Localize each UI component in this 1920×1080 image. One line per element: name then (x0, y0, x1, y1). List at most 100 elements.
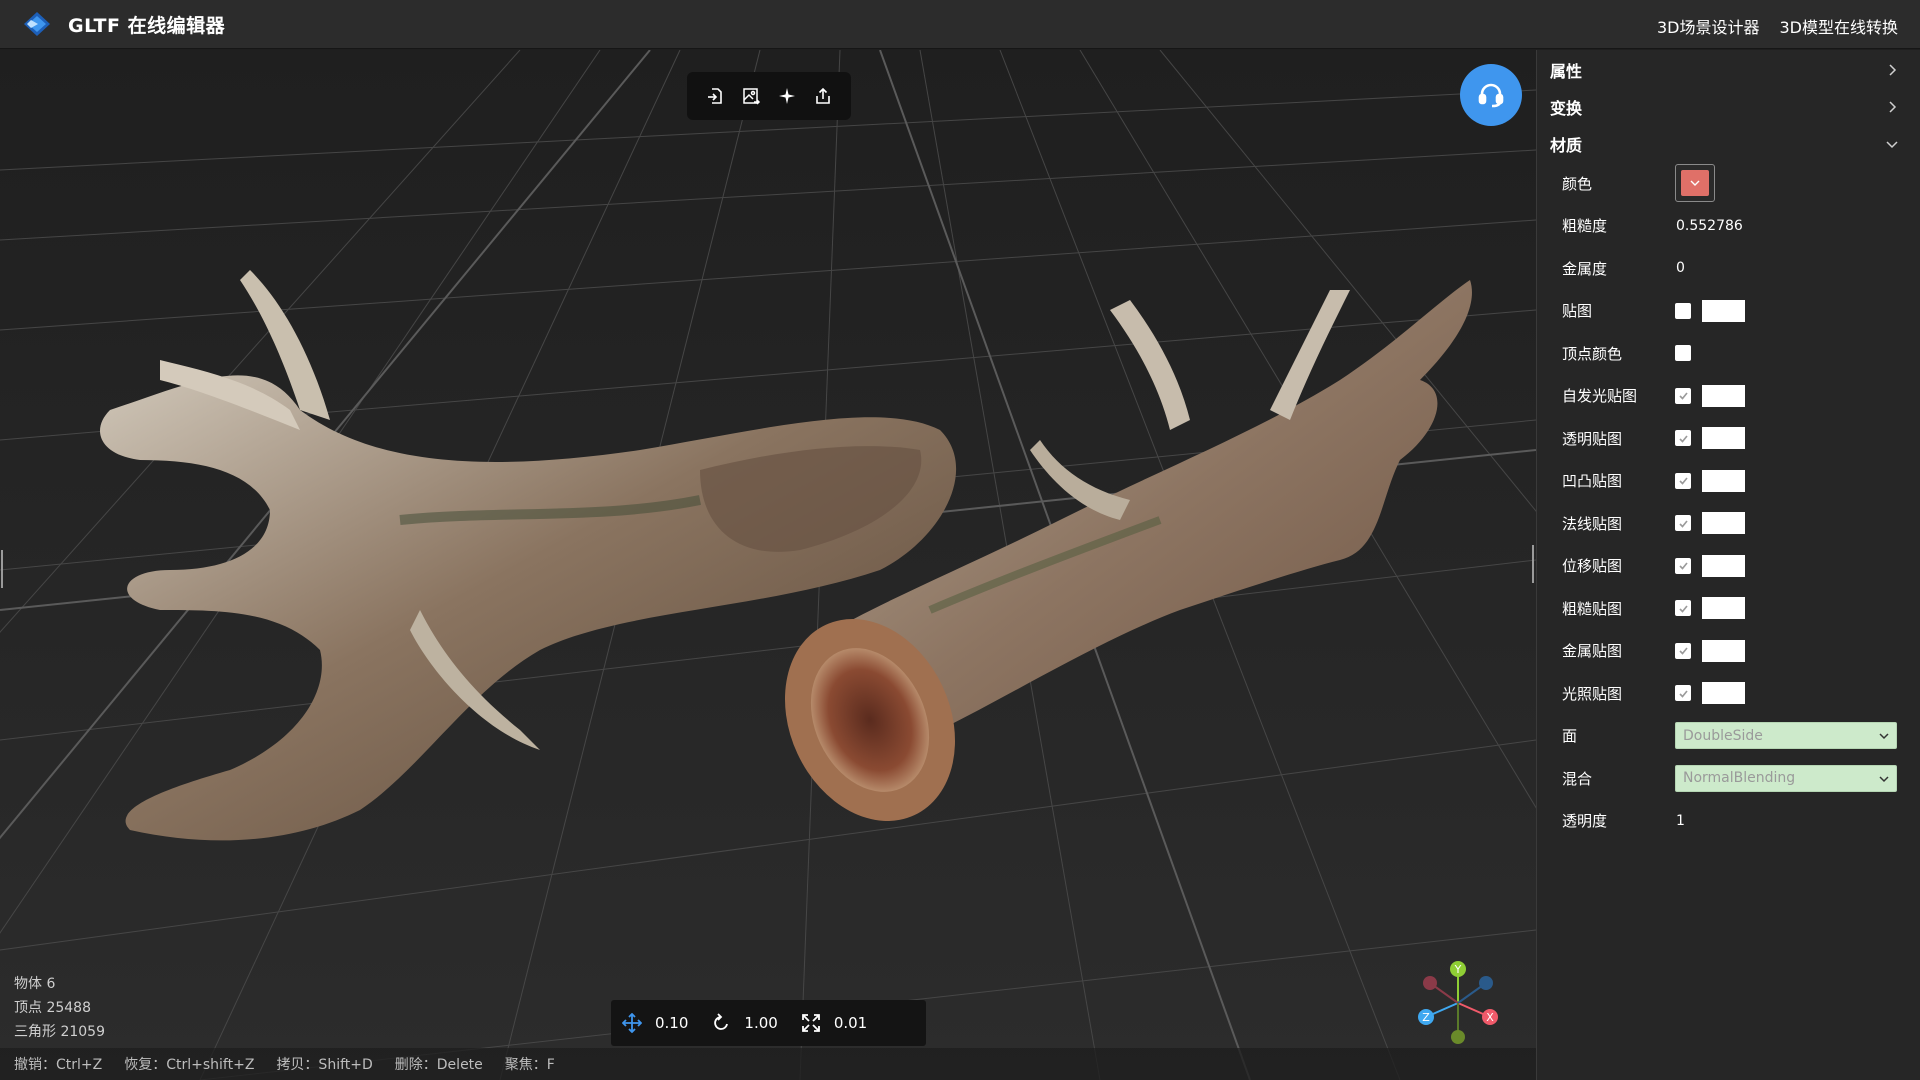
map-texture-slot[interactable] (1702, 512, 1745, 535)
side-label: 面 (1562, 727, 1578, 746)
map-list: 贴图 顶点颜色 自发光贴图 透明贴图 凹凸贴图 法线贴图 位移贴图 粗糙贴图 金属贴图 光照贴图 (1537, 290, 1920, 715)
move-snap[interactable]: 0.10 (621, 1012, 688, 1034)
map-label: 透明贴图 (1562, 429, 1623, 448)
upload-icon (816, 87, 830, 104)
app-title: GLTF 在线编辑器 (68, 15, 226, 37)
axis-gizmo[interactable]: Y X Z (1410, 955, 1506, 1051)
metalness-row: 金属度 0 (1537, 247, 1920, 290)
map-label: 法线贴图 (1562, 514, 1623, 533)
color-label: 颜色 (1562, 174, 1593, 193)
map-label: 自发光贴图 (1562, 387, 1638, 406)
chevron-down-icon (1879, 733, 1889, 740)
chevron-down-icon (1886, 141, 1898, 149)
triangle-count: 三角形 21059 (14, 1024, 105, 1040)
map-checkbox[interactable] (1675, 600, 1691, 617)
app-logo-icon[interactable] (22, 11, 52, 37)
check-icon (1678, 647, 1688, 655)
map-row: 透明贴图 (1537, 417, 1920, 460)
opacity-value[interactable]: 1 (1676, 813, 1685, 829)
blending-select-value: NormalBlending (1683, 770, 1796, 787)
object-count: 物体 6 (14, 976, 56, 992)
export-image-button[interactable] (738, 83, 764, 109)
map-texture-slot[interactable] (1702, 427, 1745, 450)
map-texture-slot[interactable] (1702, 682, 1745, 705)
map-label: 位移贴图 (1562, 557, 1623, 576)
import-icon (708, 88, 722, 104)
section-properties-label: 属性 (1550, 61, 1583, 81)
map-checkbox[interactable] (1675, 557, 1691, 574)
side-row: 面 DoubleSide (1537, 715, 1920, 758)
z-axis-label: Z (1422, 1011, 1430, 1024)
map-texture-slot[interactable] (1702, 554, 1745, 577)
color-row: 颜色 (1537, 162, 1920, 205)
rotate-icon (710, 1012, 732, 1034)
section-transform[interactable]: 变换 (1537, 88, 1920, 125)
check-icon (1678, 690, 1688, 698)
map-row: 顶点颜色 (1537, 332, 1920, 375)
roughness-row: 粗糙度 0.552786 (1537, 205, 1920, 248)
map-texture-slot[interactable] (1702, 299, 1745, 322)
map-checkbox[interactable] (1675, 345, 1691, 362)
light-icon (779, 88, 795, 104)
upload-button[interactable] (810, 83, 836, 109)
map-texture-slot[interactable] (1702, 639, 1745, 662)
metalness-value[interactable]: 0 (1676, 260, 1685, 276)
right-resize-handle[interactable] (1532, 545, 1534, 583)
model-converter-link[interactable]: 3D模型在线转换 (1779, 14, 1898, 38)
light-button[interactable] (774, 83, 800, 109)
map-checkbox[interactable] (1675, 387, 1691, 404)
map-checkbox[interactable] (1675, 472, 1691, 489)
map-row: 法线贴图 (1537, 502, 1920, 545)
move-icon (621, 1012, 643, 1034)
map-texture-slot[interactable] (1702, 597, 1745, 620)
scale-snap[interactable]: 0.01 (800, 1012, 867, 1034)
check-icon (1678, 520, 1688, 528)
map-checkbox[interactable] (1675, 430, 1691, 447)
map-texture-slot[interactable] (1702, 384, 1745, 407)
support-button[interactable] (1460, 64, 1522, 126)
left-resize-handle[interactable] (1, 550, 3, 588)
rotate-snap[interactable]: 1.00 (710, 1012, 778, 1034)
map-row: 金属贴图 (1537, 630, 1920, 673)
map-row: 光照贴图 (1537, 672, 1920, 715)
side-select[interactable]: DoubleSide (1675, 722, 1897, 750)
check-icon (1678, 562, 1688, 570)
chevron-right-icon (1889, 101, 1897, 113)
map-checkbox[interactable] (1675, 642, 1691, 659)
blending-select[interactable]: NormalBlending (1675, 764, 1897, 792)
import-button[interactable] (702, 83, 728, 109)
map-row: 凹凸贴图 (1537, 460, 1920, 503)
check-icon (1678, 477, 1688, 485)
check-icon (1678, 605, 1688, 613)
scene-render[interactable] (0, 50, 1536, 1080)
map-texture-slot[interactable] (1702, 469, 1745, 492)
move-snap-value[interactable]: 0.10 (655, 1014, 688, 1032)
map-checkbox[interactable] (1675, 302, 1691, 319)
map-label: 金属贴图 (1562, 642, 1623, 661)
rotate-snap-value[interactable]: 1.00 (744, 1014, 777, 1032)
map-label: 粗糙贴图 (1562, 599, 1623, 618)
x-axis-label: X (1486, 1011, 1494, 1024)
map-checkbox[interactable] (1675, 685, 1691, 702)
roughness-label: 粗糙度 (1562, 217, 1608, 236)
section-material-label: 材质 (1550, 135, 1583, 155)
neg-z-axis-handle (1479, 976, 1493, 990)
section-material[interactable]: 材质 (1537, 125, 1920, 162)
opacity-row: 透明度 1 (1537, 800, 1920, 843)
map-row: 粗糙贴图 (1537, 587, 1920, 630)
shortcut-delete: 删除：Delete (394, 1057, 483, 1073)
neg-y-axis-handle (1451, 1030, 1465, 1044)
3d-viewport[interactable]: 物体 6 顶点 25488 三角形 21059 0.10 1.00 0.01 Y… (0, 50, 1536, 1080)
section-properties[interactable]: 属性 (1537, 51, 1920, 88)
chevron-down-icon (1690, 180, 1700, 187)
blending-label: 混合 (1562, 769, 1593, 788)
scene-designer-link[interactable]: 3D场景设计器 (1657, 14, 1760, 38)
top-bar: GLTF 在线编辑器 3D场景设计器 3D模型在线转换 (0, 0, 1920, 49)
scale-snap-value[interactable]: 0.01 (834, 1014, 867, 1032)
roughness-value[interactable]: 0.552786 (1676, 218, 1743, 234)
map-checkbox[interactable] (1675, 515, 1691, 532)
metalness-label: 金属度 (1562, 259, 1608, 278)
color-preview (1681, 170, 1709, 197)
color-picker[interactable] (1675, 164, 1715, 203)
header-links: 3D场景设计器 3D模型在线转换 (1657, 14, 1898, 38)
